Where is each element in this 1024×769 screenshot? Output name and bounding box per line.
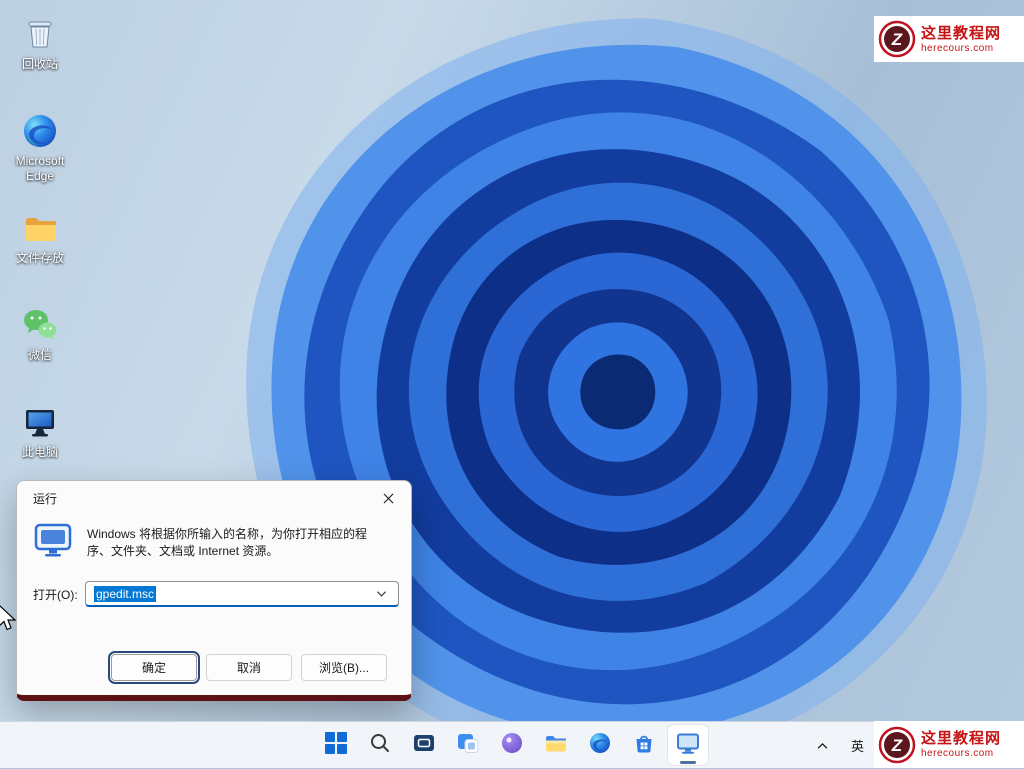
desktop-icon-label: 回收站 bbox=[22, 57, 58, 72]
browse-button[interactable]: 浏览(B)... bbox=[301, 654, 387, 681]
taskbar-run-window-button[interactable] bbox=[668, 725, 708, 765]
svg-text:Z: Z bbox=[891, 30, 903, 49]
microsoft-store-icon bbox=[632, 731, 656, 760]
taskbar-edge-button[interactable] bbox=[580, 725, 620, 765]
desktop-icon-this-pc[interactable]: 此电脑 bbox=[2, 396, 78, 493]
recycle-bin-icon bbox=[20, 14, 60, 54]
close-icon[interactable] bbox=[365, 482, 411, 515]
task-view-icon bbox=[412, 731, 436, 760]
desktop-icon-label: 文件存放 bbox=[16, 251, 64, 266]
open-label: 打开(O): bbox=[33, 586, 79, 603]
taskbar-task-view-button[interactable] bbox=[404, 725, 444, 765]
run-window-icon bbox=[676, 731, 700, 760]
desktop-icon-column: 回收站 Microsoft Edge 文件存放 bbox=[2, 8, 78, 493]
ok-button[interactable]: 确定 bbox=[111, 654, 197, 681]
taskbar-file-explorer-button[interactable] bbox=[536, 725, 576, 765]
chat-icon bbox=[500, 731, 524, 760]
taskbar-tray: 英 bbox=[813, 722, 864, 769]
edge-icon bbox=[588, 731, 612, 760]
run-dialog-titlebar[interactable]: 运行 bbox=[17, 481, 411, 515]
run-command-combobox[interactable]: gpedit.msc bbox=[85, 581, 399, 607]
show-hidden-icons-chevron-icon[interactable] bbox=[813, 731, 833, 761]
desktop-icon-file-folder[interactable]: 文件存放 bbox=[2, 202, 78, 299]
svg-text:Z: Z bbox=[891, 736, 903, 755]
desktop-icon-label: 此电脑 bbox=[22, 445, 58, 460]
folder-icon bbox=[20, 208, 60, 248]
search-icon bbox=[369, 732, 391, 759]
taskbar-chat-button[interactable] bbox=[492, 725, 532, 765]
windows-logo-icon bbox=[324, 731, 348, 760]
watermark-site-url: herecours.com bbox=[921, 43, 1001, 54]
run-command-input-value[interactable]: gpedit.msc bbox=[94, 586, 156, 602]
ime-language-indicator[interactable]: 英 bbox=[851, 736, 864, 755]
chevron-down-icon[interactable] bbox=[372, 590, 390, 598]
run-program-icon bbox=[33, 523, 73, 561]
widgets-icon bbox=[456, 731, 480, 760]
watermark-bottom-right: Z 这里教程网 herecours.com bbox=[874, 721, 1024, 768]
cancel-button[interactable]: 取消 bbox=[206, 654, 292, 681]
run-dialog: 运行 Windows 将根据你所输入的名称，为你打开相应的程序、文件夹、文档或 … bbox=[16, 480, 412, 701]
run-description: Windows 将根据你所输入的名称，为你打开相应的程序、文件夹、文档或 Int… bbox=[87, 523, 389, 561]
taskbar-store-button[interactable] bbox=[624, 725, 664, 765]
watermark-site-url: herecours.com bbox=[921, 748, 1001, 759]
run-dialog-title: 运行 bbox=[17, 490, 365, 507]
desktop-icon-wechat[interactable]: 微信 bbox=[2, 299, 78, 396]
desktop-icon-label: 微信 bbox=[28, 348, 52, 363]
desktop-icon-edge[interactable]: Microsoft Edge bbox=[2, 105, 78, 202]
watermark-site-name: 这里教程网 bbox=[921, 730, 1001, 748]
taskbar: 英 bbox=[0, 721, 1024, 768]
file-explorer-icon bbox=[544, 731, 568, 760]
start-button[interactable] bbox=[316, 725, 356, 765]
desktop-icon-recycle-bin[interactable]: 回收站 bbox=[2, 8, 78, 105]
this-pc-icon bbox=[20, 402, 60, 442]
watermark-top-right: Z 这里教程网 herecours.com bbox=[874, 16, 1024, 62]
taskbar-search-button[interactable] bbox=[360, 725, 400, 765]
run-dialog-body: Windows 将根据你所输入的名称，为你打开相应的程序、文件夹、文档或 Int… bbox=[17, 515, 411, 695]
watermark-logo-icon: Z bbox=[878, 20, 916, 58]
taskbar-center-icons bbox=[316, 725, 708, 765]
taskbar-widgets-button[interactable] bbox=[448, 725, 488, 765]
desktop-icon-label: Microsoft Edge bbox=[2, 154, 78, 184]
wechat-icon bbox=[20, 305, 60, 345]
edge-icon bbox=[20, 111, 60, 151]
watermark-site-name: 这里教程网 bbox=[921, 25, 1001, 43]
watermark-logo-icon: Z bbox=[878, 726, 916, 764]
